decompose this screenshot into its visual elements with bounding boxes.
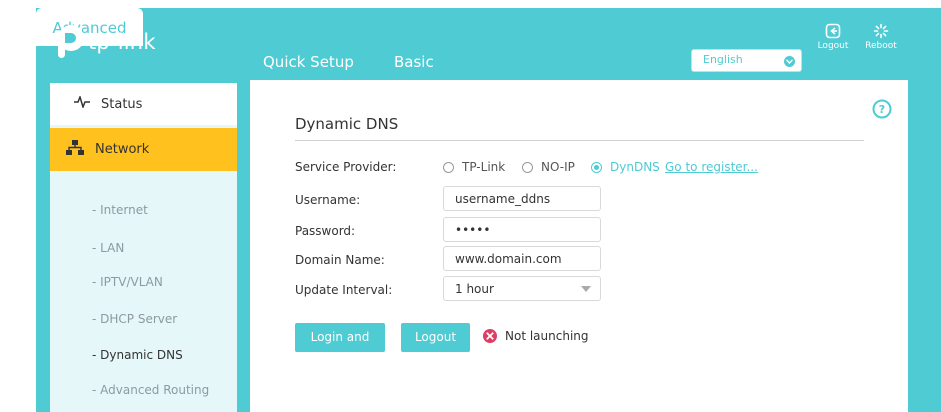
provider-label: TP-Link [462,160,506,174]
brand-name: tp-link [88,30,156,54]
tp-link-logo-icon [50,24,86,60]
reboot-header-label: Reboot [865,41,897,51]
sidebar-item-dynamic-dns[interactable]: - Dynamic DNS [92,348,183,362]
radio-circle-icon [522,161,533,173]
logout-header-label: Logout [817,41,849,51]
logout-button[interactable]: Logout [401,323,470,352]
sidebar-item-iptv-vlan[interactable]: - IPTV/VLAN [92,275,163,289]
register-link[interactable]: Go to register... [665,160,758,174]
logout-header-button[interactable]: Logout [813,23,853,51]
domain-name-field[interactable]: www.domain.com [443,246,601,271]
language-value: English [703,53,743,66]
service-provider-label: Service Provider: [295,160,397,174]
update-interval-select[interactable]: 1 hour [443,276,601,301]
radio-selected-icon [591,161,602,173]
username-label: Username: [295,193,361,207]
sidebar-item-status[interactable]: Status [50,83,237,125]
sidebar-item-lan[interactable]: - LAN [92,241,124,255]
provider-radio-dyndns[interactable]: DynDNS [591,160,660,174]
dropdown-arrow-icon [581,286,591,292]
svg-text:?: ? [879,103,885,116]
username-field[interactable]: username_ddns [443,186,601,211]
sidebar-item-advanced-routing[interactable]: - Advanced Routing [92,383,209,397]
sidebar-item-dhcp-server[interactable]: - DHCP Server [92,312,177,326]
reboot-icon [873,23,889,39]
sidebar-item-label: Network [95,142,150,157]
provider-radio-no-ip[interactable]: NO-IP [522,160,575,174]
reboot-header-button[interactable]: Reboot [861,23,901,51]
error-icon [483,329,497,343]
title-divider [295,140,864,141]
main-panel: ? Dynamic DNS Service Provider: TP-Link … [250,80,908,412]
login-and-save-button[interactable]: Login and Save [295,323,385,373]
tab-quick-setup[interactable]: Quick Setup [263,53,354,71]
help-icon[interactable]: ? [872,99,892,119]
provider-label: DynDNS [610,160,660,174]
network-icon [66,140,84,159]
password-field[interactable]: ••••• [443,217,601,242]
chevron-down-icon [784,56,795,67]
sidebar: Status Network - Internet - LAN - IPTV/V… [50,83,237,412]
logout-icon [825,23,841,39]
update-interval-label: Update Interval: [295,283,393,297]
update-interval-value: 1 hour [455,282,494,296]
status-text: Not launching [505,329,589,343]
provider-radio-tp-link[interactable]: TP-Link [443,160,505,174]
provider-label: NO-IP [541,160,575,174]
sidebar-item-network[interactable]: Network [50,128,237,171]
password-label: Password: [295,224,356,238]
domain-name-label: Domain Name: [295,253,385,267]
sidebar-item-label: Status [101,96,143,112]
router-admin-window: tp-link Quick Setup Basic Advanced Engli… [36,8,941,412]
tp-link-logo: tp-link [50,24,156,60]
language-select[interactable]: English [691,49,802,72]
radio-circle-icon [443,161,454,173]
tab-basic[interactable]: Basic [394,53,434,71]
sidebar-item-internet[interactable]: - Internet [92,203,148,217]
ddns-status: Not launching [483,329,589,343]
pulse-icon [74,94,90,112]
page-title: Dynamic DNS [295,115,399,133]
